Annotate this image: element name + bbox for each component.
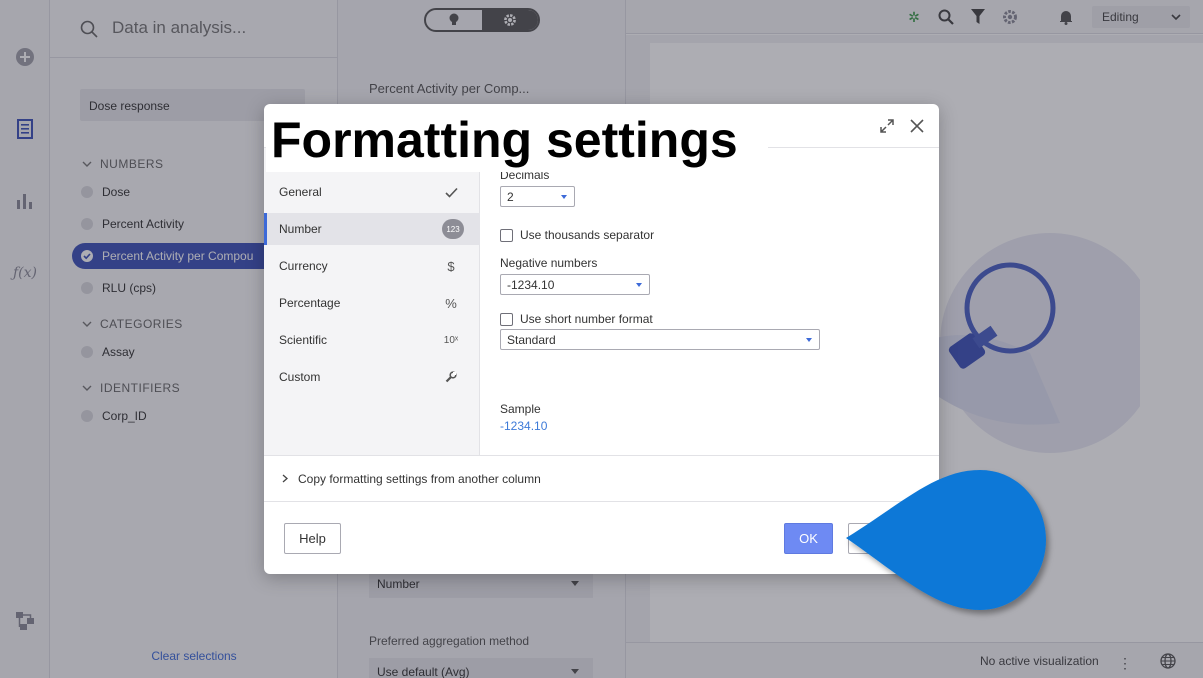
category-custom[interactable]: Custom [264, 361, 480, 393]
negative-numbers-label: Negative numbers [500, 256, 598, 270]
decimals-select[interactable]: 2 [500, 186, 575, 207]
thousands-separator-checkbox[interactable] [500, 228, 513, 242]
wrench-icon [440, 369, 462, 385]
category-label: Scientific [279, 333, 328, 347]
category-scientific[interactable]: Scientific 10ˣ [264, 324, 480, 356]
dollar-icon: $ [447, 258, 455, 274]
formatting-dialog: General Number 123 Currency $ Percentage… [264, 104, 939, 574]
chevron-down-icon [636, 283, 642, 287]
help-button[interactable]: Help [284, 523, 341, 554]
category-percentage[interactable]: Percentage % [264, 287, 480, 319]
tutorial-caption: Formatting settings [266, 108, 768, 172]
category-number[interactable]: Number 123 [264, 213, 480, 245]
close-icon[interactable] [909, 118, 925, 134]
copy-formatting-expander[interactable]: Copy formatting settings from another co… [264, 455, 939, 502]
percent-icon: % [445, 295, 457, 311]
ok-button[interactable]: OK [784, 523, 833, 554]
negative-numbers-value: -1234.10 [507, 278, 555, 292]
thousands-separator-label: Use thousands separator [520, 228, 655, 242]
expand-icon[interactable] [879, 118, 895, 134]
category-currency[interactable]: Currency $ [264, 250, 480, 282]
number-format-options: Decimals 2 Use thousands separator Negat… [480, 148, 939, 455]
short-number-format-option[interactable]: Use short number format [500, 312, 653, 326]
category-label: Custom [279, 370, 321, 384]
short-number-format-select[interactable]: Standard [500, 329, 820, 350]
cancel-button[interactable] [848, 523, 920, 554]
number-badge-icon: 123 [442, 219, 464, 239]
scientific-icon: 10ˣ [443, 334, 459, 346]
format-category-list: General Number 123 Currency $ Percentage… [264, 148, 480, 455]
chevron-down-icon [806, 338, 812, 342]
decimals-value: 2 [507, 190, 514, 204]
check-icon [440, 184, 462, 200]
category-label: General [279, 185, 322, 199]
negative-numbers-select[interactable]: -1234.10 [500, 274, 650, 295]
thousands-separator-option[interactable]: Use thousands separator [500, 228, 654, 242]
short-number-format-checkbox[interactable] [500, 312, 513, 326]
copy-formatting-label: Copy formatting settings from another co… [298, 471, 541, 486]
short-number-format-value: Standard [507, 333, 556, 347]
sample-value: -1234.10 [500, 419, 548, 433]
category-label: Percentage [279, 296, 341, 310]
short-number-format-label: Use short number format [520, 312, 653, 326]
category-label: Number [279, 222, 322, 236]
sample-label: Sample [500, 402, 541, 416]
chevron-down-icon [561, 195, 567, 199]
category-general[interactable]: General [264, 176, 480, 208]
chevron-right-icon [282, 474, 288, 483]
category-label: Currency [279, 259, 328, 273]
